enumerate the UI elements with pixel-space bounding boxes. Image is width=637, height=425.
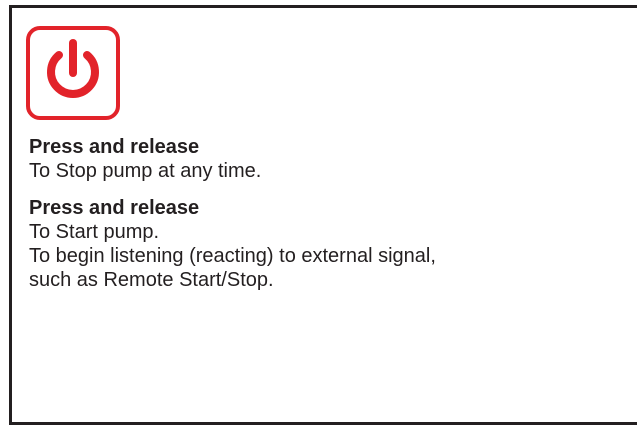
start-heading: Press and release [29,197,200,219]
stop-heading: Press and release [29,136,200,158]
power-button[interactable] [26,26,120,120]
start-description-line-1: To Start pump. [29,221,160,243]
start-instruction: Press and release To Start pump. To begi… [29,196,609,292]
stop-instruction: Press and release To Stop pump at any ti… [29,135,609,183]
start-description-line-2: To begin listening (reacting) to externa… [29,245,436,267]
start-description-line-3: such as Remote Start/Stop. [29,269,274,291]
power-icon [47,39,99,98]
stop-description: To Stop pump at any time. [29,160,262,182]
